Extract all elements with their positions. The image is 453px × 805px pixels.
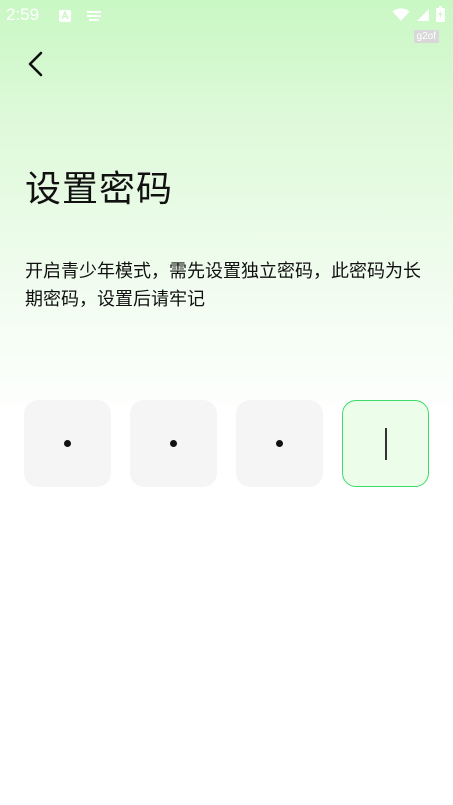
back-button[interactable] xyxy=(18,48,54,84)
app-notification-icon xyxy=(58,8,72,27)
pin-digit-box-2[interactable] xyxy=(130,400,217,487)
status-time: 2:59 xyxy=(6,5,40,24)
pin-filled-dot xyxy=(170,440,177,447)
status-bar: 2:59 xyxy=(0,0,453,32)
chevron-left-icon xyxy=(26,50,46,82)
keyboard-icon xyxy=(86,8,102,27)
pin-input-row[interactable] xyxy=(24,400,430,488)
status-right-icons xyxy=(392,6,445,26)
wifi-icon xyxy=(392,7,410,26)
text-cursor xyxy=(384,427,387,460)
pin-filled-dot xyxy=(64,440,71,447)
battery-icon xyxy=(436,6,445,26)
page-title: 设置密码 xyxy=(25,169,174,211)
pin-filled-dot xyxy=(276,440,283,447)
debug-tag: g2of xyxy=(413,30,439,43)
signal-icon xyxy=(416,7,430,26)
pin-digit-box-1[interactable] xyxy=(24,400,111,487)
description-text: 开启青少年模式，需先设置独立密码，此密码为长期密码，设置后请牢记 xyxy=(25,261,421,310)
pin-digit-box-4[interactable] xyxy=(342,400,429,487)
pin-digit-box-3[interactable] xyxy=(236,400,323,487)
